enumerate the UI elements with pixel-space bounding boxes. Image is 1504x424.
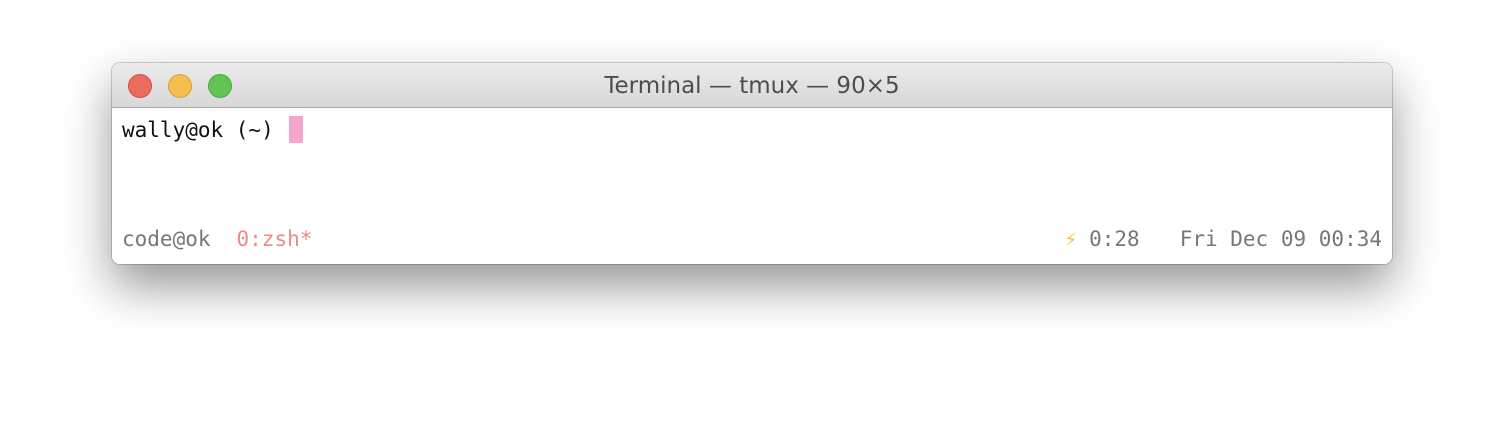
shell-prompt: wally@ok (~) bbox=[122, 118, 287, 142]
terminal-content[interactable]: wally@ok (~) code@ok 0:zsh* ⚡ 0:28 Fri Dec … bbox=[112, 108, 1392, 264]
status-left: code@ok 0:zsh* bbox=[122, 223, 312, 255]
datetime: Fri Dec 09 00:34 bbox=[1179, 227, 1382, 251]
window-list-item: 0:zsh* bbox=[236, 227, 313, 251]
title-bar[interactable]: Terminal — tmux — 90×5 bbox=[112, 63, 1392, 108]
session-name: code@ok bbox=[122, 227, 211, 251]
terminal-window: Terminal — tmux — 90×5 wally@ok (~) code… bbox=[112, 63, 1392, 264]
tmux-status-bar: code@ok 0:zsh* ⚡ 0:28 Fri Dec 09 00:34 bbox=[112, 223, 1392, 255]
lightning-bolt-icon: ⚡ bbox=[1064, 227, 1078, 251]
text-cursor bbox=[289, 116, 304, 143]
window-title: Terminal — tmux — 90×5 bbox=[604, 73, 900, 99]
battery-time: 0:28 bbox=[1089, 227, 1140, 251]
status-right: ⚡ 0:28 Fri Dec 09 00:34 bbox=[1064, 223, 1382, 255]
prompt-line: wally@ok (~) bbox=[122, 116, 304, 144]
